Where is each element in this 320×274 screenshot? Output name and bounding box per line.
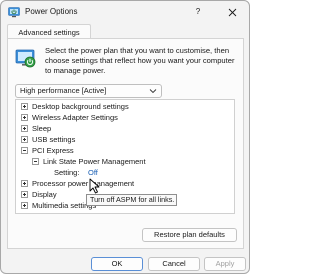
power-options-app-icon (8, 7, 20, 18)
close-button[interactable] (219, 4, 245, 20)
mouse-cursor-icon (89, 178, 100, 194)
help-button[interactable]: ? (185, 4, 211, 20)
expand-icon[interactable] (21, 191, 28, 198)
tooltip: Turn off ASPM for all links. (86, 194, 177, 206)
expand-icon[interactable] (21, 125, 28, 132)
tree-item-label: Wireless Adapter Settings (32, 113, 118, 122)
power-options-window: Power Options ? Advanced settings Select… (0, 0, 250, 274)
collapse-icon[interactable] (21, 147, 28, 154)
tab-advanced-settings[interactable]: Advanced settings (7, 24, 91, 39)
restore-plan-defaults-button[interactable]: Restore plan defaults (142, 228, 237, 242)
tree-item-label: Processor power management (32, 179, 135, 188)
expand-icon[interactable] (21, 136, 28, 143)
tree-item-label: Sleep (32, 124, 52, 133)
tree-item-label: Desktop background settings (32, 102, 129, 111)
expand-icon[interactable] (21, 180, 28, 187)
tree-item-label: PCI Express (32, 146, 74, 155)
setting-label: Setting: (54, 168, 80, 177)
power-plan-dropdown-value: High performance [Active] (20, 86, 107, 95)
power-plan-icon (15, 49, 36, 68)
expand-icon[interactable] (21, 114, 28, 121)
title-bar[interactable]: Power Options ? (1, 1, 249, 23)
close-icon (228, 8, 236, 16)
tree-item-label: USB settings (32, 135, 76, 144)
expand-icon[interactable] (21, 103, 28, 110)
ok-button[interactable]: OK (91, 257, 143, 271)
setting-value-link[interactable]: Off (88, 168, 98, 178)
expand-icon[interactable] (21, 202, 28, 209)
apply-button[interactable]: Apply (204, 257, 246, 271)
window-title: Power Options (25, 7, 78, 16)
chevron-down-icon (149, 89, 157, 94)
tree-item-label: Display (32, 190, 57, 199)
power-plan-dropdown[interactable]: High performance [Active] (15, 84, 162, 98)
cancel-button[interactable]: Cancel (148, 257, 200, 271)
collapse-icon[interactable] (32, 158, 39, 165)
description-text: Select the power plan that you want to c… (45, 46, 235, 75)
tree-item-label: Link State Power Management (43, 157, 146, 166)
